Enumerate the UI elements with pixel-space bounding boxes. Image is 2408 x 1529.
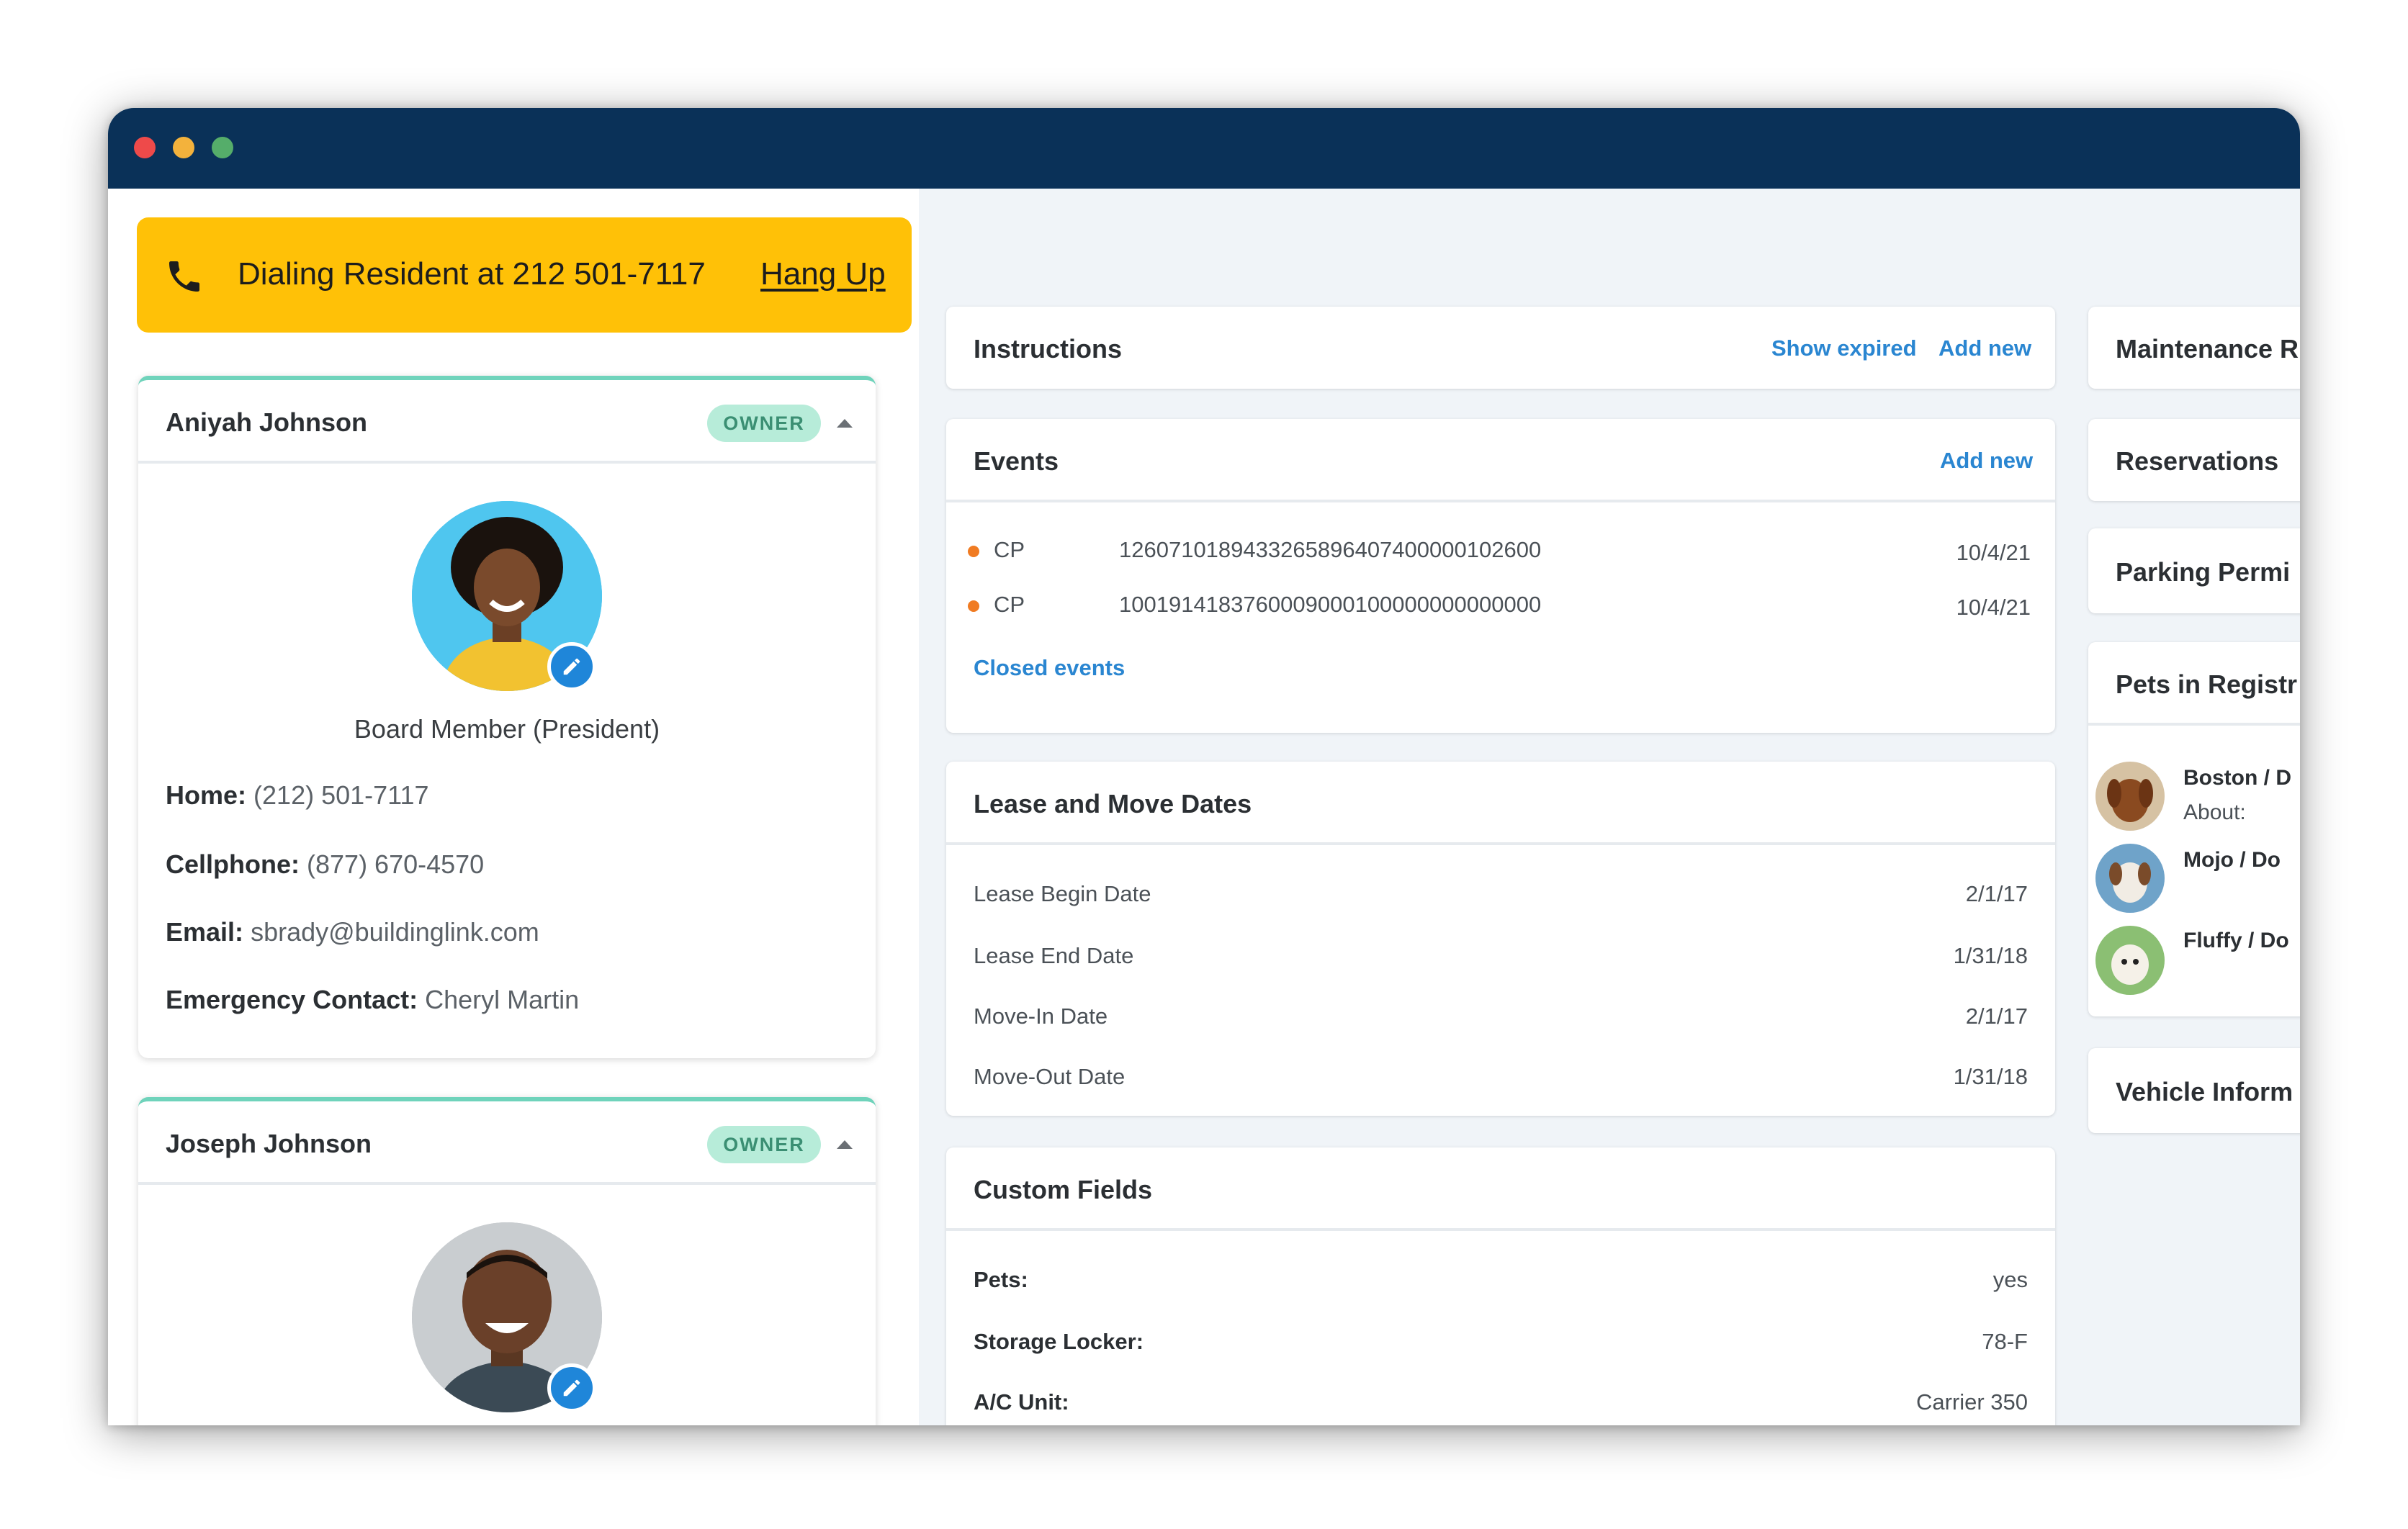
edit-photo-button[interactable] [547, 1363, 596, 1412]
collapse-caret-icon[interactable] [837, 419, 853, 428]
pencil-icon [563, 1379, 580, 1397]
pet-avatar[interactable] [2095, 844, 2165, 913]
emergency-contact-row: Emergency Contact: Cheryl Martin [166, 985, 579, 1015]
event-code: 1001914183760009000100000000000000 [1119, 592, 1542, 617]
panel-divider [2088, 723, 2300, 726]
event-code: 1260710189433265896407400000102600 [1119, 537, 1542, 562]
resident-card-header[interactable]: Aniyah Johnson OWNER [138, 380, 876, 464]
move-in-value: 2/1/17 [1965, 1003, 2028, 1029]
show-expired-link[interactable]: Show expired [1771, 335, 1917, 361]
pet-name[interactable]: Fluffy / Do [2183, 929, 2289, 953]
move-in-label: Move-In Date [974, 1003, 1108, 1029]
pencil-icon [563, 658, 580, 675]
ac-unit-value: Carrier 350 [1915, 1389, 2028, 1415]
pet-avatar[interactable] [2095, 762, 2165, 831]
reservations-title: Reservations [2116, 446, 2279, 476]
email-row: Email: sbrady@buildinglink.com [166, 917, 539, 947]
minimize-window-button[interactable] [173, 137, 194, 158]
storage-locker-value: 78-F [1982, 1329, 2028, 1354]
owner-badge: OWNER [707, 1126, 821, 1163]
pets-panel: Pets in Registr Boston / D About: Mojo /… [2088, 642, 2300, 1016]
pets-field-value: yes [1993, 1267, 2028, 1292]
event-status-dot [968, 546, 979, 557]
owner-badge: OWNER [707, 405, 821, 442]
vehicle-info-title: Vehicle Inform [2116, 1077, 2294, 1106]
panel-divider [946, 842, 2055, 845]
event-date: 10/4/21 [1956, 595, 2031, 620]
cellphone-number[interactable]: (877) 670-4570 [307, 849, 484, 879]
main-content: Instructions Show expired Add new Events… [919, 189, 2300, 1425]
home-phone-row: Home: (212) 501-7117 [166, 780, 429, 811]
panel-divider [946, 1228, 2055, 1231]
window-titlebar [108, 108, 2300, 189]
cellphone-label: Cellphone: [166, 849, 300, 879]
vehicle-info-panel[interactable]: Vehicle Inform [2088, 1048, 2300, 1133]
phone-icon [169, 261, 199, 292]
pet-avatar[interactable] [2095, 926, 2165, 995]
home-label: Home: [166, 780, 247, 810]
pets-field-label: Pets: [974, 1267, 1028, 1292]
instructions-panel: Instructions Show expired Add new [946, 307, 2055, 389]
cellphone-row: Cellphone: (877) 670-4570 [166, 849, 484, 880]
lease-dates-title: Lease and Move Dates [974, 789, 1252, 818]
event-type: CP [994, 537, 1025, 562]
events-panel: Events Add new CP 1260710189433265896407… [946, 419, 2055, 733]
call-status-text: Dialing Resident at 212 501-7117 [238, 256, 706, 292]
panel-divider [946, 500, 2055, 502]
hang-up-link[interactable]: Hang Up [760, 256, 886, 292]
resident-name: Joseph Johnson [166, 1129, 372, 1158]
event-type: CP [994, 592, 1025, 617]
resident-card: Joseph Johnson OWNER [138, 1097, 876, 1425]
emergency-contact-label: Emergency Contact: [166, 985, 418, 1014]
custom-fields-title: Custom Fields [974, 1175, 1153, 1204]
move-out-label: Move-Out Date [974, 1064, 1126, 1089]
close-window-button[interactable] [134, 137, 156, 158]
events-title: Events [974, 446, 1059, 476]
email-address[interactable]: sbrady@buildinglink.com [251, 917, 539, 947]
reservations-panel[interactable]: Reservations [2088, 419, 2300, 501]
resident-name: Aniyah Johnson [166, 407, 368, 437]
pet-name[interactable]: Mojo / Do [2183, 848, 2281, 872]
maintenance-panel[interactable]: Maintenance R [2088, 307, 2300, 389]
custom-fields-panel: Custom Fields Pets: yes Storage Locker: … [946, 1147, 2055, 1425]
emergency-contact-name: Cheryl Martin [425, 985, 580, 1014]
lease-dates-panel: Lease and Move Dates Lease Begin Date 2/… [946, 762, 2055, 1116]
ac-unit-label: A/C Unit: [974, 1389, 1069, 1415]
pet-name[interactable]: Boston / D [2183, 766, 2291, 790]
add-event-link[interactable]: Add new [1940, 448, 2033, 474]
maintenance-title: Maintenance R [2116, 334, 2299, 364]
pets-title: Pets in Registr [2116, 669, 2298, 699]
parking-permits-panel[interactable]: Parking Permi [2088, 528, 2300, 613]
move-out-value: 1/31/18 [1953, 1064, 2028, 1089]
resident-column: Dialing Resident at 212 501-7117 Hang Up… [108, 189, 919, 1425]
storage-locker-label: Storage Locker: [974, 1329, 1144, 1354]
add-instruction-link[interactable]: Add new [1938, 335, 2031, 361]
lease-begin-label: Lease Begin Date [974, 881, 1151, 906]
closed-events-link[interactable]: Closed events [974, 655, 1125, 681]
app-window: Dialing Resident at 212 501-7117 Hang Up… [108, 108, 2300, 1425]
pet-about: About: [2183, 800, 2246, 824]
call-banner: Dialing Resident at 212 501-7117 Hang Up [137, 217, 912, 333]
parking-permits-title: Parking Permi [2116, 557, 2291, 587]
lease-begin-value: 2/1/17 [1965, 881, 2028, 906]
email-label: Email: [166, 917, 244, 947]
lease-end-value: 1/31/18 [1953, 943, 2028, 968]
event-date: 10/4/21 [1956, 540, 2031, 565]
lease-end-label: Lease End Date [974, 943, 1134, 968]
edit-photo-button[interactable] [547, 642, 596, 691]
event-status-dot [968, 600, 979, 612]
instructions-title: Instructions [974, 334, 1123, 364]
resident-card: Aniyah Johnson OWNER Board Member (Presi… [138, 376, 876, 1058]
home-phone[interactable]: (212) 501-7117 [253, 780, 429, 810]
resident-card-header[interactable]: Joseph Johnson OWNER [138, 1101, 876, 1185]
resident-role: Board Member (President) [354, 714, 660, 744]
collapse-caret-icon[interactable] [837, 1140, 853, 1149]
maximize-window-button[interactable] [212, 137, 233, 158]
